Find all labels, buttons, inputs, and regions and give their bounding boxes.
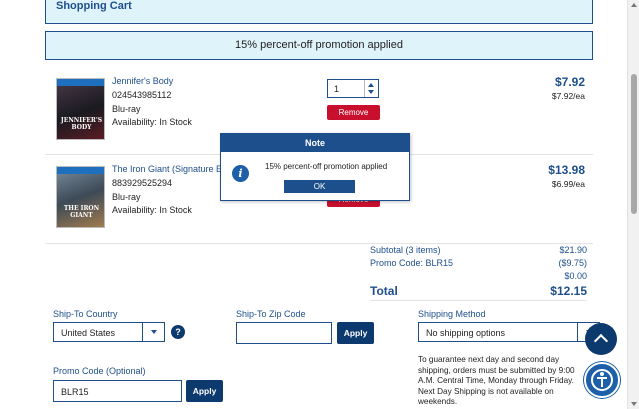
product-title-link[interactable]: The Iron Giant (Signature E xyxy=(112,164,222,174)
dialog-ok-button[interactable]: OK xyxy=(284,180,355,193)
poster-title: JENNIFER'S BODY xyxy=(60,117,103,131)
increment-arrow-icon[interactable] xyxy=(368,83,374,87)
promo-apply-button[interactable]: Apply xyxy=(186,380,223,402)
promo-code-input[interactable]: BLR15 xyxy=(53,380,182,402)
shipping-note: To guarantee next day and second day shi… xyxy=(418,355,575,407)
product-upc: 883929525294 xyxy=(112,178,173,188)
promo-code-label: Promo Code: BLR15 xyxy=(370,258,454,268)
scroll-down-arrow-icon[interactable] xyxy=(631,402,637,406)
product-thumbnail[interactable]: THE IRON GIANT xyxy=(56,166,105,228)
product-availability: Availability: In Stock xyxy=(112,205,192,215)
product-upc: 024543985112 xyxy=(112,90,172,100)
extra-charge-value: $0.00 xyxy=(564,271,587,281)
subtotal-row: Subtotal (3 items) $21.90 xyxy=(370,245,587,257)
item-price-each: $6.99/ea xyxy=(551,179,585,189)
quantity-value[interactable]: 1 xyxy=(334,84,339,94)
ship-country-select[interactable]: United States xyxy=(53,322,165,342)
quantity-stepper[interactable]: 1 xyxy=(327,79,379,98)
ship-country-value: United States xyxy=(61,328,116,338)
poster-title: THE IRON GIANT xyxy=(63,205,100,219)
help-icon[interactable]: ? xyxy=(171,325,185,339)
page-title: Shopping Cart xyxy=(56,0,132,12)
totals-divider xyxy=(370,300,587,301)
chevron-down-icon[interactable] xyxy=(142,323,164,341)
product-format: Blu-ray xyxy=(112,192,141,202)
ship-country-label: Ship-To Country xyxy=(53,309,118,319)
accessibility-icon[interactable] xyxy=(584,362,620,398)
dialog-title: Note xyxy=(221,134,409,152)
item-price: $13.98 xyxy=(548,163,585,177)
dialog-message: 15% percent-off promotion applied xyxy=(265,162,388,171)
product-thumbnail[interactable]: JENNIFER'S BODY xyxy=(56,78,105,140)
shipping-method-select[interactable]: No shipping options xyxy=(418,322,600,342)
bluray-band xyxy=(57,79,104,86)
quantity-spinner[interactable] xyxy=(364,80,378,97)
ship-zip-input[interactable] xyxy=(236,322,332,344)
item-divider xyxy=(45,243,593,244)
promo-discount-value: ($9.75) xyxy=(558,258,587,268)
total-row: Total $12.15 xyxy=(370,284,587,300)
subtotal-label: Subtotal (3 items) xyxy=(370,245,441,255)
scrollbar-thumb[interactable] xyxy=(631,74,637,214)
zip-apply-button[interactable]: Apply xyxy=(337,322,374,344)
shipping-method-label: Shipping Method xyxy=(418,309,486,319)
ship-zip-label: Ship-To Zip Code xyxy=(236,309,306,319)
product-availability: Availability: In Stock xyxy=(112,117,192,127)
shipping-method-value: No shipping options xyxy=(426,328,506,338)
bluray-band xyxy=(57,167,104,174)
promo-row: Promo Code: BLR15 ($9.75) xyxy=(370,258,587,270)
decrement-arrow-icon[interactable] xyxy=(368,90,374,94)
promo-code-value: BLR15 xyxy=(61,387,89,397)
info-icon: i xyxy=(232,165,249,182)
promo-applied-banner: 15% percent-off promotion applied xyxy=(45,31,593,60)
subtotal-value: $21.90 xyxy=(559,245,587,255)
product-title-link[interactable]: Jennifer's Body xyxy=(112,76,173,86)
accessibility-figure-body xyxy=(601,378,603,387)
scroll-up-arrow-icon[interactable] xyxy=(631,3,637,7)
accessibility-figure-head xyxy=(600,372,604,376)
page-scrollbar[interactable] xyxy=(627,0,639,409)
item-price-each: $7.92/ea xyxy=(551,91,585,101)
extra-row: $0.00 xyxy=(370,271,587,283)
scroll-to-top-button[interactable] xyxy=(585,323,617,355)
item-price: $7.92 xyxy=(554,75,585,89)
total-value: $12.15 xyxy=(550,284,587,298)
product-format: Blu-ray xyxy=(112,104,141,114)
note-dialog: Note i 15% percent-off promotion applied… xyxy=(220,133,410,201)
remove-button[interactable]: Remove xyxy=(327,105,380,120)
total-label: Total xyxy=(370,284,398,298)
promo-code-field-label: Promo Code (Optional) xyxy=(53,366,146,376)
cart-header: Shopping Cart xyxy=(45,0,593,24)
